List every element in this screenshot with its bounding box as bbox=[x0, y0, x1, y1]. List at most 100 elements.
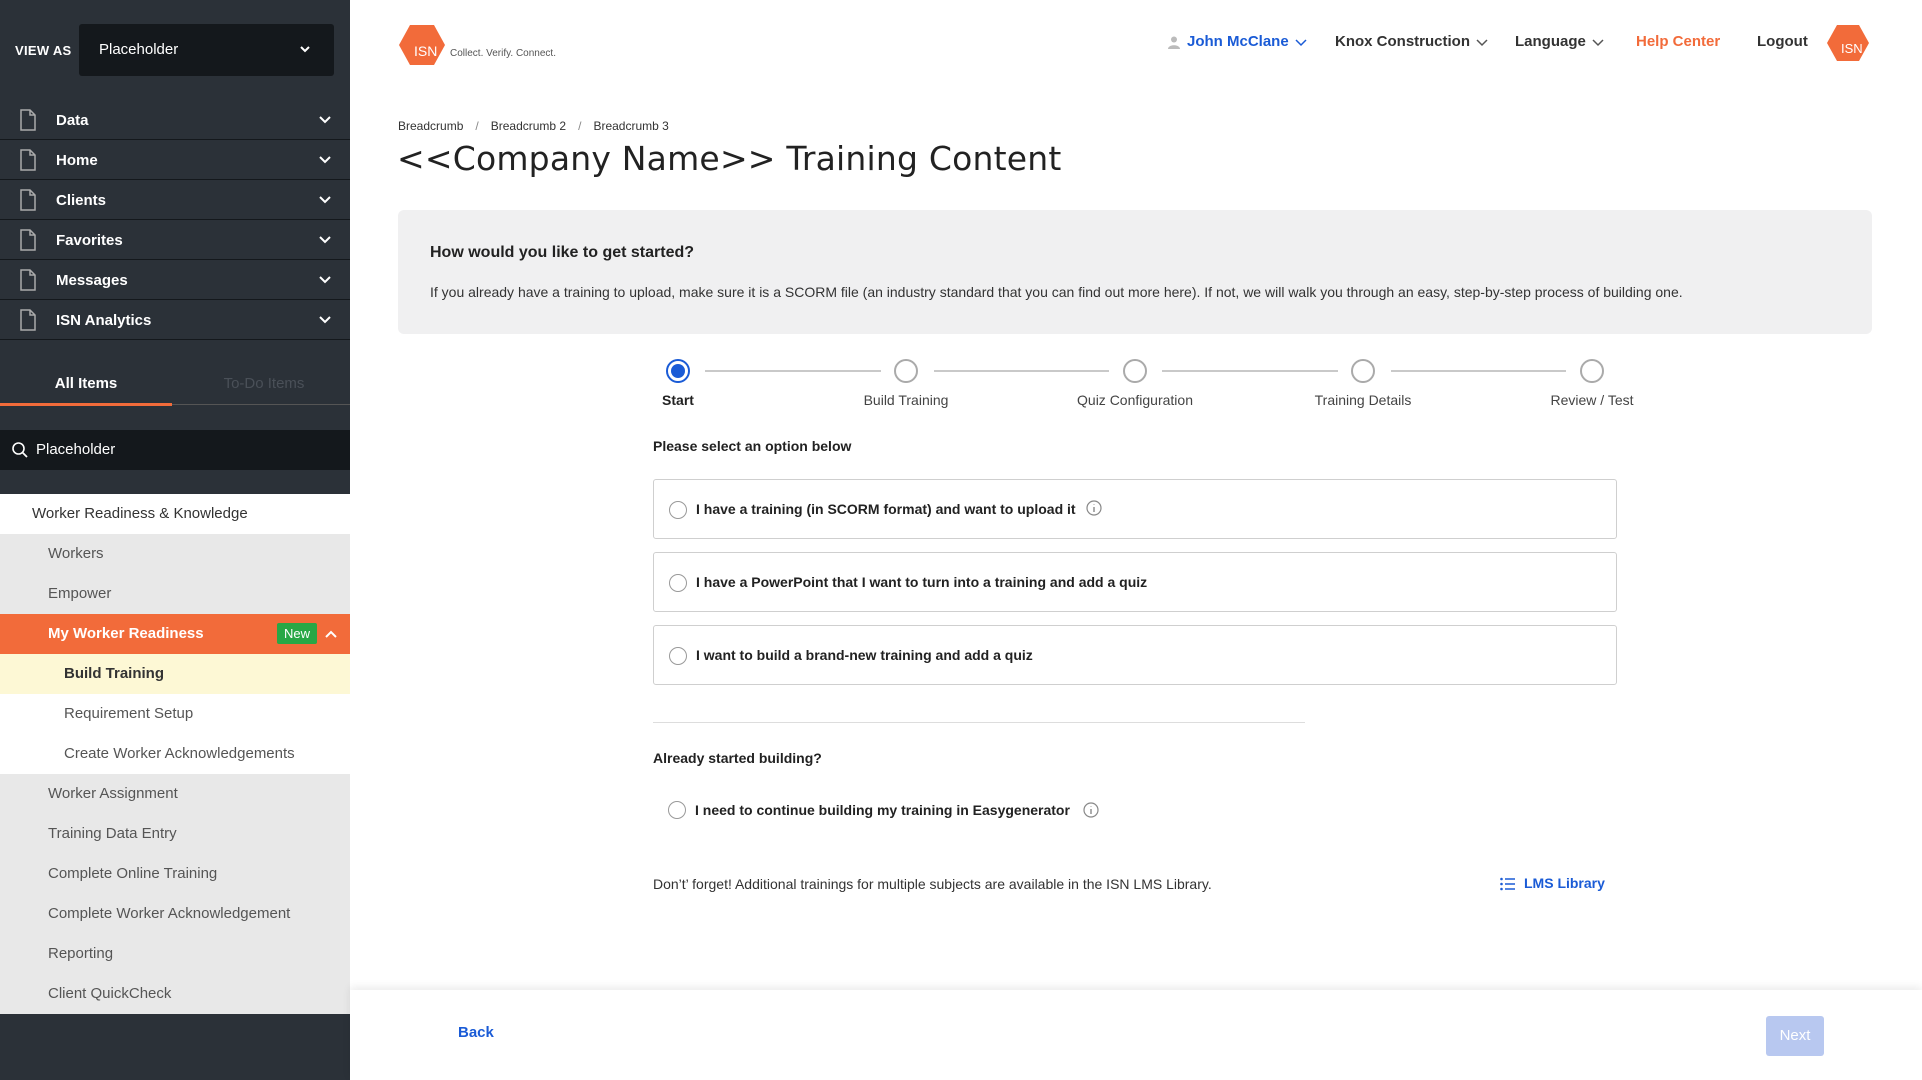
radio-button[interactable] bbox=[669, 647, 687, 665]
breadcrumb-item[interactable]: Breadcrumb 2 bbox=[491, 119, 566, 133]
chevron-down-icon bbox=[1592, 39, 1604, 47]
user-icon bbox=[1168, 36, 1180, 50]
logout-link[interactable]: Logout bbox=[1757, 33, 1808, 50]
logo-text: ISN bbox=[414, 43, 438, 59]
step-4-indicator bbox=[1351, 359, 1375, 383]
breadcrumb-item[interactable]: Breadcrumb bbox=[398, 119, 463, 133]
sidebar-item-requirement-setup[interactable]: Requirement Setup bbox=[0, 694, 350, 734]
option-build-new[interactable]: I want to build a brand-new training and… bbox=[653, 625, 1617, 685]
step-2-indicator bbox=[894, 359, 918, 383]
sidebar-item-label: Workers bbox=[48, 545, 104, 562]
sidebar-item-label: Favorites bbox=[56, 232, 123, 249]
sidebar-item-label: Reporting bbox=[48, 945, 114, 962]
company-menu[interactable]: Knox Construction bbox=[1335, 33, 1488, 50]
option-label: I need to continue building my training … bbox=[695, 802, 1070, 818]
sidebar-item-reporting[interactable]: Reporting bbox=[0, 934, 350, 974]
language-menu[interactable]: Language bbox=[1515, 33, 1604, 50]
info-icon[interactable] bbox=[1083, 802, 1099, 818]
next-button[interactable]: Next bbox=[1766, 1016, 1824, 1056]
sidebar-item-clients[interactable]: Clients bbox=[0, 180, 350, 220]
sidebar-item-complete-worker-ack[interactable]: Complete Worker Acknowledgement bbox=[0, 894, 350, 934]
step-2-label: Build Training bbox=[863, 392, 949, 408]
sidebar-item-complete-online-training[interactable]: Complete Online Training bbox=[0, 854, 350, 894]
tab-all-items[interactable]: All Items bbox=[0, 365, 172, 406]
sidebar-nav: Data Home Clients Favorites Messages ISN… bbox=[0, 100, 350, 340]
user-menu[interactable]: John McClane bbox=[1167, 33, 1307, 50]
chevron-down-icon bbox=[1476, 39, 1488, 47]
sidebar-item-empower[interactable]: Empower bbox=[0, 574, 350, 614]
sidebar-item-label: Complete Online Training bbox=[48, 865, 218, 882]
user-name: John McClane bbox=[1187, 33, 1289, 50]
chevron-down-icon bbox=[319, 276, 331, 284]
tab-todo-items[interactable]: To-Do Items bbox=[178, 365, 350, 405]
option-powerpoint[interactable]: I have a PowerPoint that I want to turn … bbox=[653, 552, 1617, 612]
sidebar-search[interactable]: Placeholder bbox=[0, 430, 350, 470]
step-connector bbox=[1162, 370, 1338, 372]
view-as-bar: VIEW AS Placeholder bbox=[0, 0, 350, 100]
avatar[interactable]: ISN bbox=[1826, 24, 1870, 67]
info-icon[interactable] bbox=[1086, 500, 1102, 516]
step-1-indicator bbox=[666, 359, 690, 383]
sidebar-item-label: Clients bbox=[56, 192, 107, 209]
sidebar-item-label: Home bbox=[56, 152, 98, 169]
breadcrumb-separator: / bbox=[475, 119, 479, 133]
chevron-down-icon bbox=[319, 156, 331, 164]
radio-button[interactable] bbox=[668, 801, 686, 819]
document-icon bbox=[20, 229, 36, 251]
step-3-indicator bbox=[1123, 359, 1147, 383]
chevron-up-icon bbox=[325, 630, 337, 638]
chevron-down-icon bbox=[319, 236, 331, 244]
section-worker-readiness[interactable]: Worker Readiness & Knowledge bbox=[0, 494, 350, 534]
sidebar-item-my-worker-readiness[interactable]: My Worker Readiness New bbox=[0, 614, 350, 654]
sidebar: VIEW AS Placeholder Data Home Clients Fa… bbox=[0, 0, 350, 1080]
section-title: Worker Readiness & Knowledge bbox=[32, 505, 248, 522]
chevron-down-icon bbox=[319, 116, 331, 124]
radio-button[interactable] bbox=[669, 501, 687, 519]
step-connector bbox=[1391, 370, 1566, 372]
sidebar-item-label: Empower bbox=[48, 585, 112, 602]
search-icon bbox=[12, 442, 28, 458]
option-upload-scorm[interactable]: I have a training (in SCORM format) and … bbox=[653, 479, 1617, 539]
document-icon bbox=[20, 189, 36, 211]
section-sub-list: Workers Empower My Worker Readiness New … bbox=[0, 534, 350, 1014]
search-input[interactable]: Placeholder bbox=[36, 441, 115, 458]
intro-heading: How would you like to get started? bbox=[430, 244, 695, 261]
sidebar-item-training-data-entry[interactable]: Training Data Entry bbox=[0, 814, 350, 854]
lms-library-label: LMS Library bbox=[1524, 875, 1605, 891]
sidebar-item-worker-assignment[interactable]: Worker Assignment bbox=[0, 774, 350, 814]
radio-button[interactable] bbox=[669, 574, 687, 592]
section-divider bbox=[653, 722, 1305, 723]
sidebar-item-label: Messages bbox=[56, 272, 128, 289]
step-connector bbox=[934, 370, 1109, 372]
page-title: <<Company Name>> Training Content bbox=[397, 139, 1062, 178]
step-connector bbox=[705, 370, 881, 372]
sidebar-item-isn-analytics[interactable]: ISN Analytics bbox=[0, 300, 350, 340]
sidebar-item-label: Create Worker Acknowledgements bbox=[64, 745, 295, 762]
option-label: I have a PowerPoint that I want to turn … bbox=[696, 574, 1148, 590]
sidebar-item-data[interactable]: Data bbox=[0, 100, 350, 140]
sidebar-item-favorites[interactable]: Favorites bbox=[0, 220, 350, 260]
step-3-label: Quiz Configuration bbox=[1077, 392, 1193, 408]
sidebar-item-client-quickcheck[interactable]: Client QuickCheck bbox=[0, 974, 350, 1014]
document-icon bbox=[20, 309, 36, 331]
isn-logo[interactable]: ISN Collect. Verify. Connect. bbox=[398, 24, 568, 68]
breadcrumb: Breadcrumb / Breadcrumb 2 / Breadcrumb 3 bbox=[398, 119, 669, 133]
option-label: I want to build a brand-new training and… bbox=[696, 647, 1033, 663]
sidebar-tabs: All Items To-Do Items bbox=[0, 365, 350, 406]
sidebar-item-home[interactable]: Home bbox=[0, 140, 350, 180]
sidebar-item-create-worker-ack[interactable]: Create Worker Acknowledgements bbox=[0, 734, 350, 774]
sidebar-item-workers[interactable]: Workers bbox=[0, 534, 350, 574]
step-4-label: Training Details bbox=[1314, 392, 1412, 408]
breadcrumb-item[interactable]: Breadcrumb 3 bbox=[593, 119, 668, 133]
sidebar-item-messages[interactable]: Messages bbox=[0, 260, 350, 300]
chevron-down-icon bbox=[319, 316, 331, 324]
back-button[interactable]: Back bbox=[458, 1024, 494, 1041]
intro-panel: How would you like to get started? If yo… bbox=[398, 210, 1872, 334]
sidebar-item-build-training[interactable]: Build Training bbox=[0, 654, 350, 694]
help-center-link[interactable]: Help Center bbox=[1636, 33, 1720, 50]
chevron-down-icon bbox=[319, 196, 331, 204]
option-label: I have a training (in SCORM format) and … bbox=[696, 501, 1076, 517]
document-icon bbox=[20, 149, 36, 171]
view-as-select[interactable]: Placeholder bbox=[79, 24, 334, 76]
sidebar-item-label: ISN Analytics bbox=[56, 312, 152, 329]
